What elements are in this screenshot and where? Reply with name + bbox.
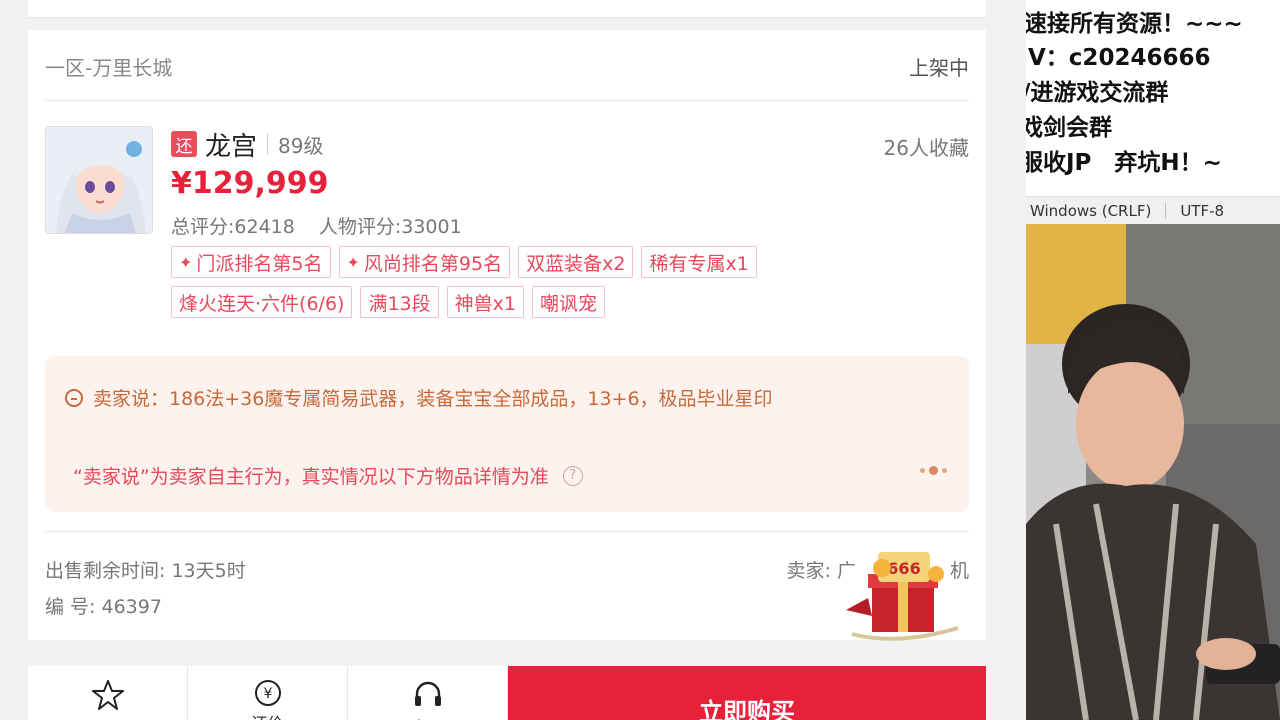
overlay-line: V：c20246666 (1028, 45, 1211, 71)
chat-icon (65, 388, 83, 407)
yen-coin-icon: ¥ (251, 678, 285, 708)
tag-item: ✦ 风尚排名第95名 (338, 246, 511, 278)
divider (45, 531, 969, 532)
listing-panel: 一区-万里长城 上架中 还 龙宫 89级 26人收藏 ¥129,999 总评分:… (0, 0, 1026, 720)
bargain-tag: 还 (171, 131, 197, 157)
price: ¥129,999 (171, 166, 329, 201)
gift-box-icon[interactable]: 666 (838, 538, 968, 648)
carousel-dots (920, 466, 947, 475)
tag-item: 双蓝装备x2 (518, 246, 634, 278)
character-level: 89级 (278, 133, 324, 158)
character-title-row: 还 龙宫 89级 (171, 128, 324, 162)
server-name: 一区-万里长城 (45, 56, 173, 80)
overlay-line: 戏剑会群 (1026, 115, 1112, 141)
serial-number: 编 号: 46397 (45, 596, 162, 618)
encoding[interactable]: UTF-8 (1180, 202, 1224, 220)
tag-item: 神兽x1 (446, 286, 524, 318)
svg-text:666: 666 (887, 559, 920, 578)
score-row: 总评分:62418 人物评分:33001 (171, 212, 462, 239)
svg-text:¥: ¥ (263, 686, 272, 702)
bottom-action-bar: ¥ 还价 客服 立即购买 (28, 666, 986, 720)
divider (45, 100, 969, 101)
character-avatar[interactable] (45, 126, 153, 234)
help-icon[interactable]: ? (562, 465, 583, 486)
editor-status-bar: Windows (CRLF) UTF-8 (1026, 196, 1280, 224)
favorite-button[interactable] (28, 666, 188, 720)
tag-item: 烽火连天·六件(6/6) (171, 286, 353, 318)
seller-say-text: 卖家说：186法+36魔专属简易武器，装备宝宝全部成品，13+6，极品毕业星印 (93, 388, 773, 410)
seller-say: 卖家说：186法+36魔专属简易武器，装备宝宝全部成品，13+6，极品毕业星印 (65, 384, 773, 411)
service-button[interactable]: 客服 (348, 666, 508, 720)
character-score: 人物评分:33001 (318, 216, 462, 238)
character-school: 龙宫 (205, 131, 258, 162)
webcam-feed (1026, 224, 1280, 720)
tag-item: ✦ 门派排名第5名 (171, 246, 331, 278)
previous-card (28, 0, 986, 18)
headset-icon (411, 678, 445, 712)
total-score: 总评分:62418 (171, 216, 295, 238)
bargain-button[interactable]: ¥ 还价 (188, 666, 348, 720)
remaining-time: 出售剩余时间: 13天5时 (45, 560, 246, 582)
tag-item: 嘲讽宠 (531, 286, 605, 318)
stream-overlay: 速接所有资源！~~~ V：c20246666 /进游戏交流群 戏剑会群 服收JP… (1026, 0, 1280, 720)
overlay-line: 服收JP 弃坑H！~ (1026, 150, 1222, 176)
listing-status: 上架中 (909, 56, 969, 80)
buy-now-button[interactable]: 立即购买 (508, 666, 986, 720)
disclaimer: “卖家说”为卖家自主行为，真实情况以下方物品详情为准 ? (73, 462, 583, 489)
tag-item: 满13段 (360, 286, 439, 318)
tag-list: ✦ 门派排名第5名 ✦ 风尚排名第95名 双蓝装备x2 稀有专属x1 烽火连天·六件… (171, 246, 871, 318)
tag-item: 稀有专属x1 (641, 246, 757, 278)
overlay-line: /进游戏交流群 (1026, 80, 1169, 106)
seller-note-box: 卖家说：186法+36魔专属简易武器，装备宝宝全部成品，13+6，极品毕业星印 … (45, 356, 969, 512)
star-icon (91, 678, 125, 712)
favorite-count: 26人收藏 (883, 136, 969, 160)
overlay-line: 速接所有资源！~~~ (1026, 11, 1243, 37)
disclaimer-text: “卖家说”为卖家自主行为，真实情况以下方物品详情为准 (73, 466, 549, 488)
line-ending[interactable]: Windows (CRLF) (1030, 202, 1151, 220)
